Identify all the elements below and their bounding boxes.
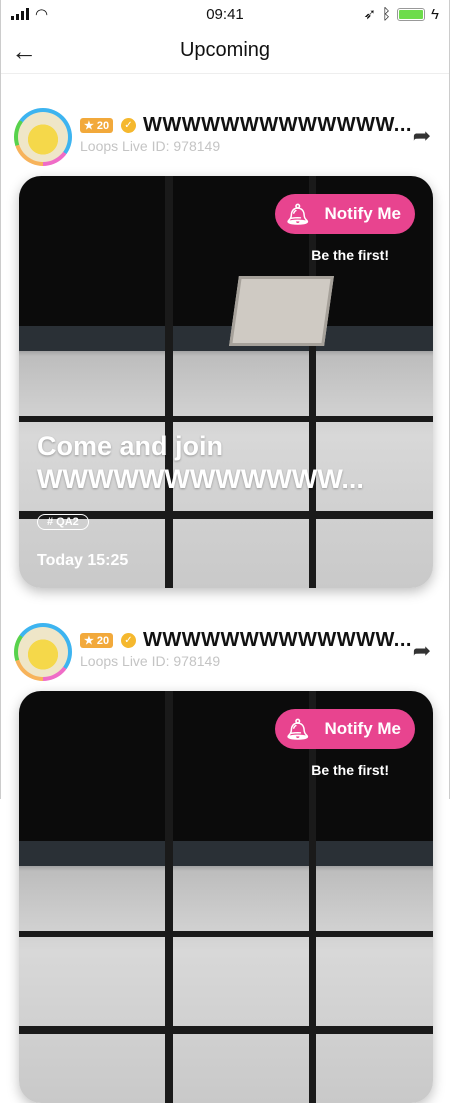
- live-preview-card[interactable]: 🔔︎ Notify Me Be the first! Come and join W…: [19, 176, 433, 588]
- bell-icon: 🔔︎: [285, 203, 311, 226]
- level-badge: ★ 20: [80, 633, 114, 648]
- notify-label: Notify Me: [324, 204, 402, 223]
- avatar[interactable]: [14, 623, 72, 681]
- title-line: WWWWWWWWWWWW...: [37, 464, 364, 494]
- username[interactable]: WWWWWWWWWWWWW...: [143, 114, 412, 137]
- bluetooth-icon: ᛒ: [382, 5, 392, 23]
- wifi-icon: ◠: [35, 6, 49, 23]
- user-row: ★ 20 ✓ WWWWWWWWWWWWW... Loops Live ID: 9…: [1, 623, 450, 683]
- status-time: 09:41: [206, 5, 244, 23]
- post-card: ★ 20 ✓ WWWWWWWWWWWWW... Loops Live ID: 9…: [1, 623, 450, 1103]
- notify-me-button[interactable]: 🔔︎ Notify Me: [275, 709, 415, 749]
- preview-image: [229, 276, 334, 346]
- scheduled-time: Today 15:25: [37, 552, 129, 569]
- share-icon[interactable]: ➦: [413, 638, 431, 664]
- signal-icon: [11, 8, 29, 20]
- share-icon[interactable]: ➦: [413, 123, 431, 149]
- tag-chip[interactable]: # QA2: [37, 514, 89, 530]
- live-preview-card[interactable]: 🔔︎ Notify Me Be the first!: [19, 691, 433, 1103]
- back-button[interactable]: ←: [11, 36, 37, 67]
- notify-me-button[interactable]: 🔔︎ Notify Me: [275, 194, 415, 234]
- verified-icon: ✓: [121, 118, 136, 133]
- post-card: ★ 20 ✓ WWWWWWWWWWWWW... Loops Live ID: 9…: [1, 108, 450, 588]
- title-line: Come and join: [37, 431, 224, 461]
- notify-label: Notify Me: [324, 719, 402, 738]
- status-bar: ◠ 09:41 ➶ ᛒ ϟ: [1, 0, 449, 28]
- live-id: Loops Live ID: 978149: [80, 138, 221, 154]
- page-title: Upcoming: [179, 39, 271, 61]
- live-title: Come and join WWWWWWWWWWWW...: [37, 430, 364, 496]
- bell-icon: 🔔︎: [285, 718, 311, 741]
- avatar[interactable]: [14, 108, 72, 166]
- nav-bar: ← Upcoming: [1, 28, 449, 74]
- battery-icon: [397, 7, 426, 21]
- level-badge: ★ 20: [80, 118, 114, 133]
- notify-subtitle: Be the first!: [311, 247, 389, 263]
- live-id: Loops Live ID: 978149: [80, 653, 221, 669]
- username[interactable]: WWWWWWWWWWWWW...: [143, 629, 412, 652]
- notify-subtitle: Be the first!: [311, 762, 389, 778]
- user-row: ★ 20 ✓ WWWWWWWWWWWWW... Loops Live ID: 9…: [1, 108, 450, 168]
- location-icon: ➶: [363, 6, 377, 23]
- charging-icon: ϟ: [431, 5, 439, 23]
- verified-icon: ✓: [121, 633, 136, 648]
